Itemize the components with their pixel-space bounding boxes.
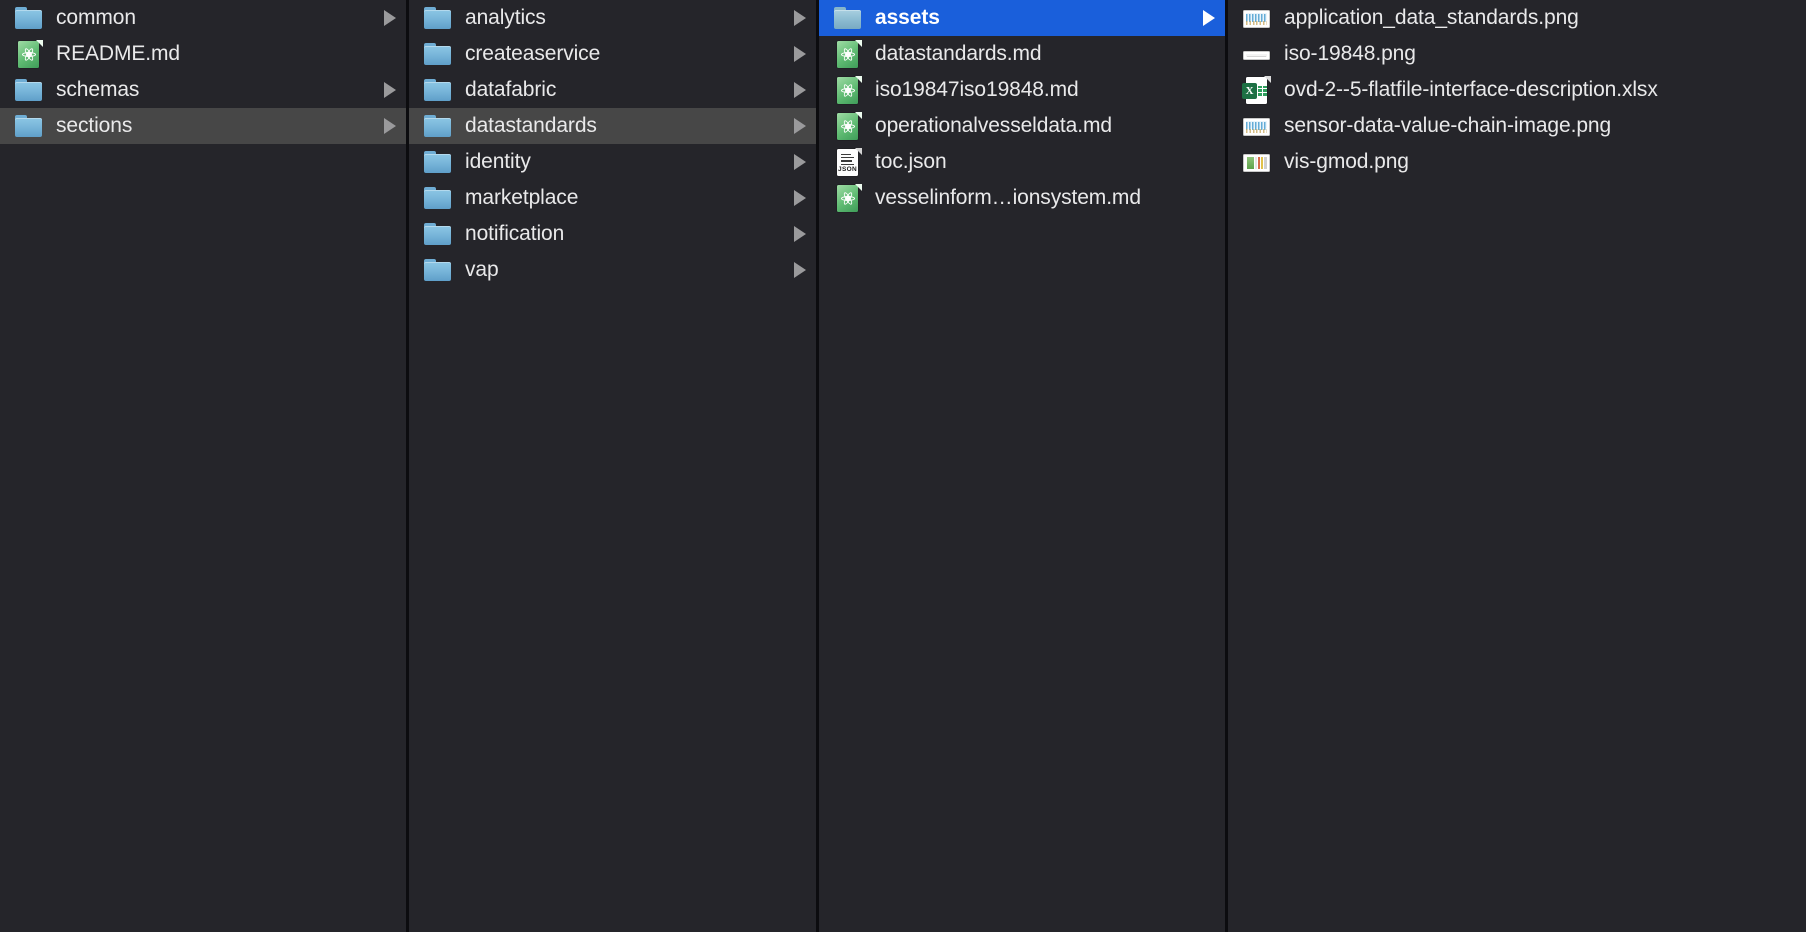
json-icon-tag: JSON [838, 165, 857, 173]
folder-icon [423, 184, 452, 213]
png-image-icon [1242, 40, 1271, 69]
list-item-label: operationalvesseldata.md [875, 114, 1112, 137]
list-item[interactable]: iso-19848.png [1228, 36, 1806, 72]
folder-icon [833, 4, 862, 33]
list-item-label: marketplace [465, 186, 579, 209]
xlsx-icon-tag: X [1242, 82, 1257, 99]
png-image-icon [1242, 148, 1271, 177]
list-item-label: vis-gmod.png [1284, 150, 1409, 173]
folder-icon [14, 4, 43, 33]
disclosure-chevron-icon[interactable] [790, 226, 806, 242]
list-item-label: datafabric [465, 78, 557, 101]
disclosure-chevron-icon[interactable] [1199, 10, 1215, 26]
list-item-label: ovd-2--5-flatfile-interface-description.… [1284, 78, 1658, 101]
png-image-icon [1242, 4, 1271, 33]
list-item-label: assets [875, 6, 940, 29]
list-item-label: iso19847iso19848.md [875, 78, 1079, 101]
list-item[interactable]: datafabric [409, 72, 816, 108]
folder-icon [14, 112, 43, 141]
list-item-label: datastandards.md [875, 42, 1042, 65]
list-item[interactable]: notification [409, 216, 816, 252]
finder-column-4[interactable]: application_data_standards.png iso-19848.… [1228, 0, 1806, 932]
list-item[interactable]: Xovd-2--5-flatfile-interface-description… [1228, 72, 1806, 108]
list-item[interactable]: datastandards [409, 108, 816, 144]
folder-icon [14, 76, 43, 105]
list-item[interactable]: identity [409, 144, 816, 180]
list-item-label: analytics [465, 6, 546, 29]
folder-icon [423, 148, 452, 177]
disclosure-chevron-icon[interactable] [790, 118, 806, 134]
list-item[interactable]: createaservice [409, 36, 816, 72]
folder-icon [423, 112, 452, 141]
list-item-label: iso-19848.png [1284, 42, 1416, 65]
list-item[interactable]: README.md [0, 36, 406, 72]
list-item-label: sensor-data-value-chain-image.png [1284, 114, 1612, 137]
list-item[interactable]: schemas [0, 72, 406, 108]
disclosure-chevron-icon[interactable] [380, 118, 396, 134]
list-item-label: sections [56, 114, 133, 137]
list-item[interactable]: common [0, 0, 406, 36]
list-item[interactable]: application_data_standards.png [1228, 0, 1806, 36]
list-item-label: toc.json [875, 150, 947, 173]
finder-column-1[interactable]: common README.md schemas sections [0, 0, 409, 932]
markdown-file-icon [14, 39, 43, 69]
list-item-label: vesselinform…ionsystem.md [875, 186, 1141, 209]
png-image-icon [1242, 112, 1271, 141]
disclosure-chevron-icon[interactable] [790, 262, 806, 278]
folder-icon [423, 256, 452, 285]
list-item[interactable]: assets [819, 0, 1225, 36]
list-item-label: README.md [56, 42, 180, 65]
finder-column-3[interactable]: assets datastandards.md iso19847iso19848.m… [819, 0, 1228, 932]
folder-icon [423, 76, 452, 105]
finder-column-browser: common README.md schemas sections analytics… [0, 0, 1806, 932]
disclosure-chevron-icon[interactable] [790, 10, 806, 26]
list-item-label: identity [465, 150, 531, 173]
column-3-rows: assets datastandards.md iso19847iso19848.m… [819, 0, 1225, 216]
disclosure-chevron-icon[interactable] [380, 10, 396, 26]
list-item[interactable]: marketplace [409, 180, 816, 216]
list-item-label: createaservice [465, 42, 601, 65]
list-item[interactable]: vap [409, 252, 816, 288]
list-item[interactable]: datastandards.md [819, 36, 1225, 72]
list-item-label: vap [465, 258, 499, 281]
folder-icon [423, 4, 452, 33]
list-item[interactable]: JSON toc.json [819, 144, 1225, 180]
folder-icon [423, 40, 452, 69]
column-1-rows: common README.md schemas sections [0, 0, 406, 144]
disclosure-chevron-icon[interactable] [790, 82, 806, 98]
list-item[interactable]: sections [0, 108, 406, 144]
markdown-file-icon [833, 111, 862, 141]
column-4-rows: application_data_standards.png iso-19848.… [1228, 0, 1806, 180]
finder-column-2[interactable]: analytics createaservice datafabric datasta… [409, 0, 819, 932]
xlsx-file-icon: X [1242, 75, 1271, 105]
list-item[interactable]: analytics [409, 0, 816, 36]
list-item-label: datastandards [465, 114, 597, 137]
disclosure-chevron-icon[interactable] [380, 82, 396, 98]
disclosure-chevron-icon[interactable] [790, 190, 806, 206]
list-item-label: application_data_standards.png [1284, 6, 1579, 29]
markdown-file-icon [833, 75, 862, 105]
disclosure-chevron-icon[interactable] [790, 46, 806, 62]
folder-icon [423, 220, 452, 249]
list-item-label: notification [465, 222, 565, 245]
disclosure-chevron-icon[interactable] [790, 154, 806, 170]
list-item[interactable]: vis-gmod.png [1228, 144, 1806, 180]
markdown-file-icon [833, 183, 862, 213]
column-2-rows: analytics createaservice datafabric datasta… [409, 0, 816, 288]
list-item-label: common [56, 6, 136, 29]
list-item[interactable]: vesselinform…ionsystem.md [819, 180, 1225, 216]
json-file-icon: JSON [833, 147, 862, 177]
list-item[interactable]: iso19847iso19848.md [819, 72, 1225, 108]
list-item-label: schemas [56, 78, 140, 101]
list-item[interactable]: sensor-data-value-chain-image.png [1228, 108, 1806, 144]
list-item[interactable]: operationalvesseldata.md [819, 108, 1225, 144]
markdown-file-icon [833, 39, 862, 69]
